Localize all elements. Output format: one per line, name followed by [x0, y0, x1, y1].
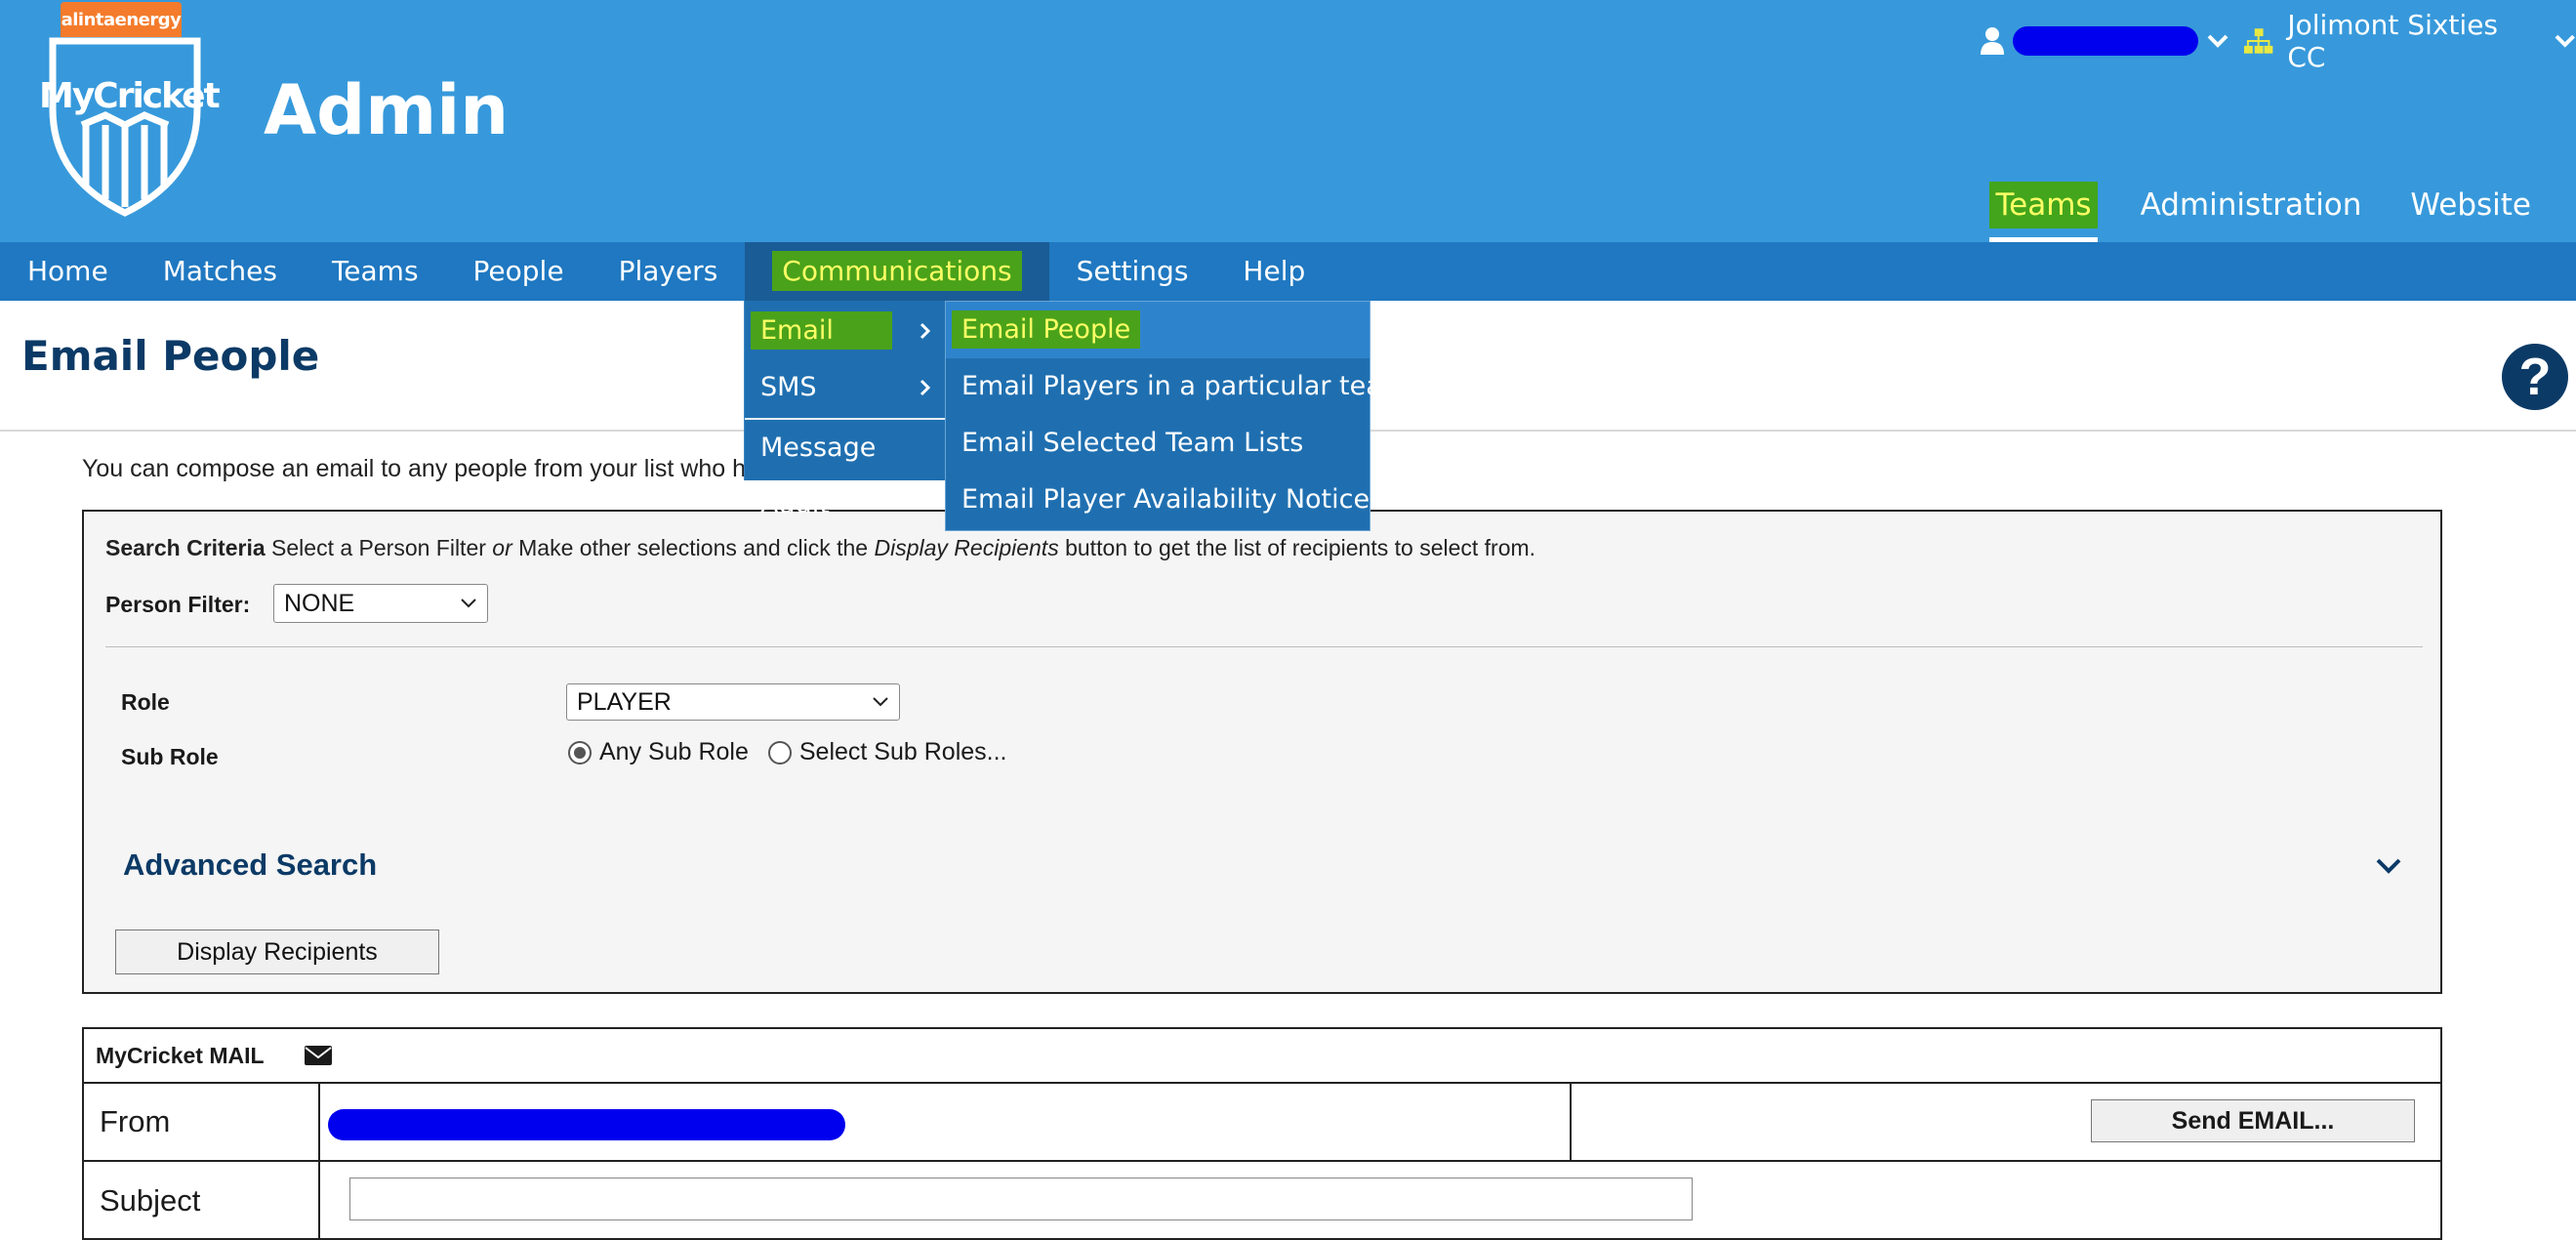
mail-header: MyCricket MAIL	[84, 1029, 2440, 1084]
app-title: Admin	[264, 70, 510, 150]
any-subrole-label: Any Sub Role	[599, 738, 749, 765]
top-link-teams[interactable]: Teams	[1989, 182, 2098, 242]
criteria-text: button to get the list of recipients to …	[1058, 535, 1536, 560]
menu-item-message-audit[interactable]: Message Audit	[745, 420, 946, 519]
mail-header-label: MyCricket MAIL	[96, 1042, 265, 1068]
main-nav: Home Matches Teams People Players Commun…	[0, 242, 2576, 301]
subject-input[interactable]	[349, 1178, 1693, 1220]
site-header: alintaenergy MyCricket Admin Jolimont Si…	[0, 0, 2576, 242]
search-criteria-text: Search Criteria Select a Person Filter o…	[105, 535, 1535, 561]
user-icon	[1981, 27, 2004, 55]
org-name: Jolimont Sixties CC	[2287, 9, 2499, 73]
from-value	[320, 1084, 1572, 1162]
criteria-button-name: Display Recipients	[874, 535, 1059, 560]
subject-row: Subject	[84, 1162, 2440, 1240]
nav-home[interactable]: Home	[0, 242, 136, 301]
divider	[105, 646, 2423, 647]
subrole-options: Any Sub Role Select Sub Roles...	[568, 738, 1007, 766]
select-subroles-radio[interactable]	[767, 740, 792, 765]
chevron-right-icon	[920, 379, 931, 396]
chevron-down-icon[interactable]	[2374, 851, 2403, 881]
communications-menu: Email SMS Message Audit	[744, 301, 946, 519]
any-subrole-radio[interactable]	[568, 740, 592, 765]
mycricket-logo[interactable]	[43, 31, 207, 217]
top-link-website[interactable]: Website	[2404, 182, 2537, 228]
org-chart-icon	[2243, 28, 2273, 54]
nav-communications[interactable]: Communications	[745, 242, 1049, 301]
nav-communications-label: Communications	[772, 251, 1022, 291]
menu-item-email[interactable]: Email	[745, 303, 946, 359]
display-recipients-button[interactable]: Display Recipients	[115, 930, 439, 974]
role-value: PLAYER	[577, 687, 672, 716]
submenu-email-team-lists[interactable]: Email Selected Team Lists	[946, 415, 1370, 472]
chevron-right-icon	[920, 322, 931, 340]
nav-help[interactable]: Help	[1215, 242, 1332, 301]
chevron-down-icon	[873, 697, 888, 707]
role-label: Role	[121, 689, 170, 715]
nav-settings[interactable]: Settings	[1049, 242, 1216, 301]
envelope-icon	[304, 1046, 332, 1065]
page-title: Email People	[21, 332, 320, 380]
select-subroles-label: Select Sub Roles...	[798, 738, 1007, 765]
search-panel: Search Criteria Select a Person Filter o…	[82, 510, 2442, 994]
submenu-email-players-team[interactable]: Email Players in a particular team	[946, 358, 1408, 415]
role-select[interactable]: PLAYER	[566, 683, 900, 721]
top-link-administration[interactable]: Administration	[2135, 182, 2368, 228]
criteria-or: or	[492, 535, 512, 560]
email-submenu: Email People Email Players in a particul…	[945, 301, 1408, 531]
top-links: Teams Administration Website	[1989, 182, 2537, 242]
person-filter-select[interactable]: NONE	[273, 584, 488, 623]
help-icon[interactable]: ?	[2502, 344, 2568, 410]
person-filter-label: Person Filter:	[105, 592, 251, 617]
from-label: From	[84, 1084, 320, 1160]
criteria-heading: Search Criteria	[105, 535, 266, 560]
mail-form: MyCricket MAIL From Send EMAIL... Subjec…	[82, 1027, 2442, 1240]
submenu-email-people[interactable]: Email People	[946, 302, 1370, 358]
menu-item-sms-label: SMS	[760, 372, 817, 402]
chevron-down-icon	[2207, 34, 2228, 48]
from-redacted	[328, 1109, 845, 1140]
submenu-email-people-label: Email People	[952, 310, 1141, 349]
user-menu[interactable]	[1980, 21, 2229, 61]
submenu-email-availability[interactable]: Email Player Availability Notice	[946, 472, 1370, 528]
send-email-button[interactable]: Send EMAIL...	[2091, 1099, 2415, 1142]
person-filter-value: NONE	[284, 589, 355, 617]
logo-text: MyCricket	[39, 76, 221, 116]
from-row: From Send EMAIL...	[84, 1084, 2440, 1162]
menu-item-sms[interactable]: SMS	[745, 359, 946, 416]
user-name-redacted	[2013, 26, 2198, 56]
subrole-label: Sub Role	[121, 744, 219, 769]
subject-label: Subject	[84, 1162, 320, 1240]
nav-players[interactable]: Players	[592, 242, 746, 301]
chevron-down-icon	[461, 599, 476, 608]
nav-matches[interactable]: Matches	[136, 242, 305, 301]
menu-item-email-label: Email	[751, 311, 892, 350]
criteria-text: Make other selections and click the	[511, 535, 875, 560]
advanced-search-toggle[interactable]: Advanced Search	[123, 847, 377, 883]
nav-people[interactable]: People	[446, 242, 592, 301]
nav-teams[interactable]: Teams	[305, 242, 446, 301]
chevron-down-icon	[2555, 34, 2575, 48]
criteria-text: Select a Person Filter	[265, 535, 493, 560]
org-menu[interactable]: Jolimont Sixties CC	[2243, 9, 2576, 73]
